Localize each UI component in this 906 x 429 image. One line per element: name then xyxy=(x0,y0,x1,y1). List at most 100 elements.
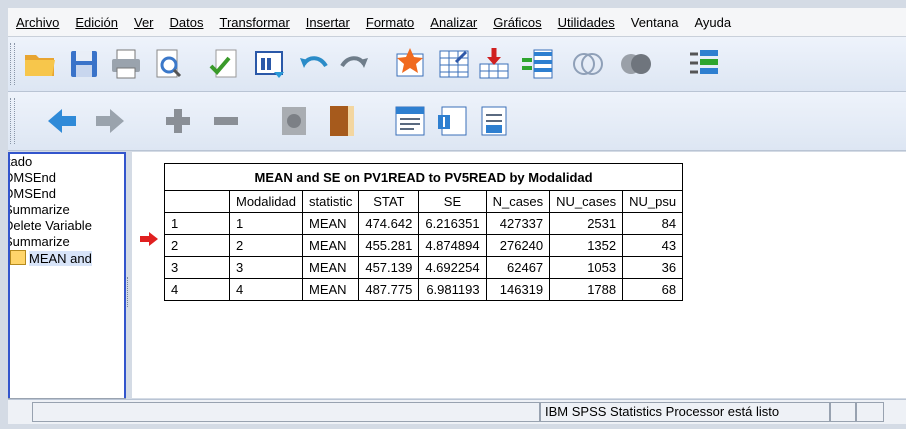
gray-circles-icon[interactable] xyxy=(616,44,656,84)
menu-ventana[interactable]: Ventana xyxy=(623,15,687,30)
outline-item[interactable]: Summarize xyxy=(10,234,124,250)
recall-dialog-icon[interactable] xyxy=(250,44,290,84)
insert-title-icon[interactable] xyxy=(432,101,472,141)
table-cell: 474.642 xyxy=(358,212,420,235)
insert-heading-icon[interactable] xyxy=(390,101,430,141)
forward-arrow-icon[interactable] xyxy=(90,101,130,141)
insert-text-icon[interactable] xyxy=(474,101,514,141)
outline-item[interactable]: Delete Variable xyxy=(10,218,124,234)
table-cell: 487.775 xyxy=(358,278,420,301)
table-cell: 146319 xyxy=(485,278,551,301)
menu-transformar[interactable]: Transformar xyxy=(211,15,297,30)
table-row[interactable]: 4 4 MEAN 487.775 6.981193 146319 1788 68 xyxy=(164,278,684,301)
save-disk-icon[interactable] xyxy=(64,44,104,84)
menu-datos[interactable]: Datos xyxy=(162,15,212,30)
insert-variable-icon[interactable] xyxy=(474,44,514,84)
menu-ayuda[interactable]: Ayuda xyxy=(686,15,739,30)
print-icon[interactable] xyxy=(106,44,146,84)
undo-icon[interactable] xyxy=(294,44,334,84)
table-header-row: Modalidad statistic STAT SE N_cases NU_c… xyxy=(164,190,684,213)
table-cell: 1352 xyxy=(549,234,624,257)
output-content-pane[interactable]: MEAN and SE on PV1READ to PV5READ by Mod… xyxy=(132,152,906,398)
export-icon[interactable] xyxy=(204,44,244,84)
menu-formato[interactable]: Formato xyxy=(358,15,422,30)
table-cell: 43 xyxy=(622,234,684,257)
table-cell: 6.981193 xyxy=(418,278,487,301)
table-cell: 2531 xyxy=(549,212,624,235)
table-cell: 84 xyxy=(622,212,684,235)
toolbar-grip[interactable] xyxy=(10,43,15,85)
goto-case-icon[interactable] xyxy=(434,44,474,84)
goto-data-icon[interactable] xyxy=(390,44,430,84)
table-cell: 4.874894 xyxy=(418,234,487,257)
table-cell: 2 xyxy=(164,234,230,257)
collapse-minus-icon[interactable] xyxy=(206,101,246,141)
print-preview-icon[interactable] xyxy=(148,44,188,84)
table-cell: MEAN xyxy=(301,278,360,301)
menu-insertar[interactable]: Insertar xyxy=(298,15,358,30)
table-cell: 1 xyxy=(164,212,230,235)
menu-archivo[interactable]: Archivo xyxy=(8,15,67,30)
variables-sets-icon[interactable] xyxy=(684,44,724,84)
viewer-toolbar xyxy=(8,92,906,151)
table-cell: 68 xyxy=(622,278,684,301)
table-cell: 3 xyxy=(164,256,230,279)
menu-edicion[interactable]: Edición xyxy=(67,15,126,30)
hide-book-icon[interactable] xyxy=(322,101,362,141)
venn-select-icon[interactable] xyxy=(568,44,608,84)
table-cell: 1053 xyxy=(549,256,624,279)
status-processor: IBM SPSS Statistics Processor está listo xyxy=(540,402,830,422)
column-header: Modalidad xyxy=(229,190,303,213)
outline-item[interactable]: DMSEnd xyxy=(10,186,124,202)
table-cell: MEAN xyxy=(301,234,360,257)
table-object-icon xyxy=(10,250,26,265)
table-cell: 3 xyxy=(229,256,303,279)
show-icon[interactable] xyxy=(274,101,314,141)
table-cell: 457.139 xyxy=(358,256,420,279)
status-cell-empty xyxy=(856,402,884,422)
table-cell: 276240 xyxy=(485,234,551,257)
table-cell: 36 xyxy=(622,256,684,279)
expand-plus-icon[interactable] xyxy=(158,101,198,141)
outline-item[interactable]: Summarize xyxy=(10,202,124,218)
table-row[interactable]: 3 3 MEAN 457.139 4.692254 62467 1053 36 xyxy=(164,256,684,279)
outline-item[interactable]: DMSEnd xyxy=(10,170,124,186)
toolbar-grip-2[interactable] xyxy=(10,98,15,144)
status-cell-empty xyxy=(32,402,540,422)
outline-item[interactable]: ltado xyxy=(10,154,124,170)
table-cell: MEAN xyxy=(301,256,360,279)
split-file-icon[interactable] xyxy=(518,44,558,84)
table-cell: 427337 xyxy=(485,212,551,235)
menu-bar: Archivo Edición Ver Datos Transformar In… xyxy=(8,8,906,37)
table-cell: 4 xyxy=(229,278,303,301)
table-cell: 6.216351 xyxy=(418,212,487,235)
column-header: NU_cases xyxy=(549,190,624,213)
column-header: NU_psu xyxy=(622,190,684,213)
table-row[interactable]: 1 1 MEAN 474.642 6.216351 427337 2531 84 xyxy=(164,212,684,235)
status-bar: IBM SPSS Statistics Processor está listo xyxy=(8,399,906,424)
table-cell: 62467 xyxy=(485,256,551,279)
table-cell: 4 xyxy=(164,278,230,301)
menu-graficos[interactable]: Gráficos xyxy=(485,15,549,30)
table-cell: MEAN xyxy=(301,212,360,235)
column-header: SE xyxy=(418,190,487,213)
open-folder-icon[interactable] xyxy=(20,44,60,84)
menu-utilidades[interactable]: Utilidades xyxy=(550,15,623,30)
menu-analizar[interactable]: Analizar xyxy=(422,15,485,30)
pivot-table[interactable]: MEAN and SE on PV1READ to PV5READ by Mod… xyxy=(163,163,684,301)
table-cell: 455.281 xyxy=(358,234,420,257)
column-header xyxy=(164,190,230,213)
table-cell: 1788 xyxy=(549,278,624,301)
selection-arrow-icon xyxy=(140,232,158,246)
menu-ver[interactable]: Ver xyxy=(126,15,162,30)
table-row[interactable]: 2 2 MEAN 455.281 4.874894 276240 1352 43 xyxy=(164,234,684,257)
table-cell: 4.692254 xyxy=(418,256,487,279)
column-header: STAT xyxy=(358,190,420,213)
outline-item-selected[interactable]: MEAN and xyxy=(10,250,124,267)
outline-pane[interactable]: ltado DMSEnd DMSEnd Summarize Delete Var… xyxy=(8,152,126,402)
back-arrow-icon[interactable] xyxy=(42,101,82,141)
redo-icon[interactable] xyxy=(334,44,374,84)
status-cell-empty xyxy=(830,402,856,422)
table-title: MEAN and SE on PV1READ to PV5READ by Mod… xyxy=(163,163,684,191)
table-cell: 1 xyxy=(229,212,303,235)
